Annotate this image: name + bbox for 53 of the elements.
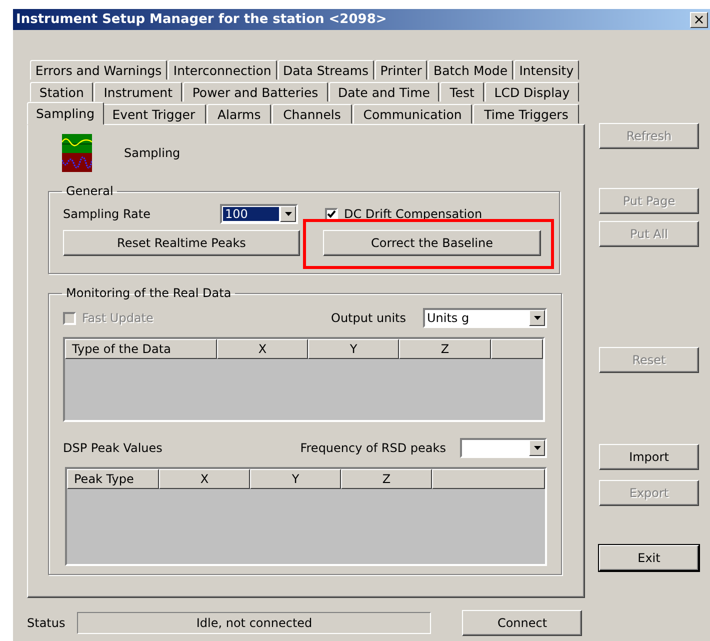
checkmark-icon xyxy=(327,210,336,218)
column-header[interactable] xyxy=(432,469,545,489)
action-button[interactable]: Reset Realtime Peaks xyxy=(63,230,300,256)
rsd-frequency-label: Frequency of RSD peaks xyxy=(300,441,446,455)
tab[interactable]: Interconnection xyxy=(168,60,277,80)
column-header[interactable]: Z xyxy=(399,339,491,359)
checkbox[interactable]: DC Drift Compensation xyxy=(325,207,482,221)
waveform-icon xyxy=(62,134,92,172)
tab[interactable]: Alarms xyxy=(206,104,272,124)
sampling-rate-dropdown[interactable]: 100 xyxy=(220,204,298,224)
side-button[interactable]: Import xyxy=(599,444,699,470)
dropdown-arrow-icon xyxy=(534,316,540,320)
tab[interactable]: Data Streams xyxy=(278,60,374,80)
column-header[interactable]: X xyxy=(217,339,308,359)
group-title: Monitoring of the Real Data xyxy=(65,286,232,300)
tab[interactable]: Errors and Warnings xyxy=(30,60,168,80)
tab[interactable]: Communication xyxy=(352,104,472,124)
connect-button[interactable]: Connect xyxy=(462,610,582,636)
tab[interactable]: Printer xyxy=(374,60,428,80)
tab[interactable]: Instrument xyxy=(94,82,182,102)
column-header[interactable] xyxy=(491,339,543,359)
tab[interactable]: Batch Mode xyxy=(428,60,513,80)
tab[interactable]: Power and Batteries xyxy=(182,82,328,102)
column-header[interactable]: X xyxy=(159,469,250,489)
tab[interactable]: Sampling xyxy=(27,102,104,125)
status-field: Idle, not connected xyxy=(77,612,432,634)
close-button[interactable]: × xyxy=(690,12,708,28)
output-units-label: Output units xyxy=(331,311,406,325)
column-header[interactable]: Peak Type xyxy=(67,469,159,489)
tab[interactable]: LCD Display xyxy=(484,82,580,102)
tab[interactable]: Station xyxy=(30,82,94,102)
status-label: Status xyxy=(27,616,66,630)
side-button[interactable]: Exit xyxy=(599,545,699,571)
sampling-rate-label: Sampling Rate xyxy=(63,207,152,221)
column-header[interactable]: Z xyxy=(341,469,432,489)
tab[interactable]: Date and Time xyxy=(328,82,440,102)
tab[interactable]: Channels xyxy=(272,104,352,124)
group-title: General xyxy=(65,184,114,198)
dsp-peak-label: DSP Peak Values xyxy=(63,441,162,455)
column-header[interactable]: Y xyxy=(308,339,399,359)
column-header[interactable]: Y xyxy=(250,469,341,489)
action-button[interactable]: Correct the Baseline xyxy=(323,230,541,256)
tab[interactable]: Event Trigger xyxy=(102,104,206,124)
output-units-dropdown[interactable]: Units g xyxy=(423,308,547,328)
page-title: Sampling xyxy=(124,146,180,160)
rsd-frequency-dropdown[interactable] xyxy=(460,438,547,458)
tab[interactable]: Test xyxy=(440,82,484,102)
tab[interactable]: Intensity xyxy=(514,60,579,80)
column-header[interactable]: Type of the Data xyxy=(65,339,217,359)
dropdown-arrow-icon xyxy=(534,446,540,450)
dropdown-arrow-icon xyxy=(284,212,292,216)
window-title: Instrument Setup Manager for the station <2098> xyxy=(16,12,387,27)
tab[interactable]: Time Triggers xyxy=(473,104,579,124)
